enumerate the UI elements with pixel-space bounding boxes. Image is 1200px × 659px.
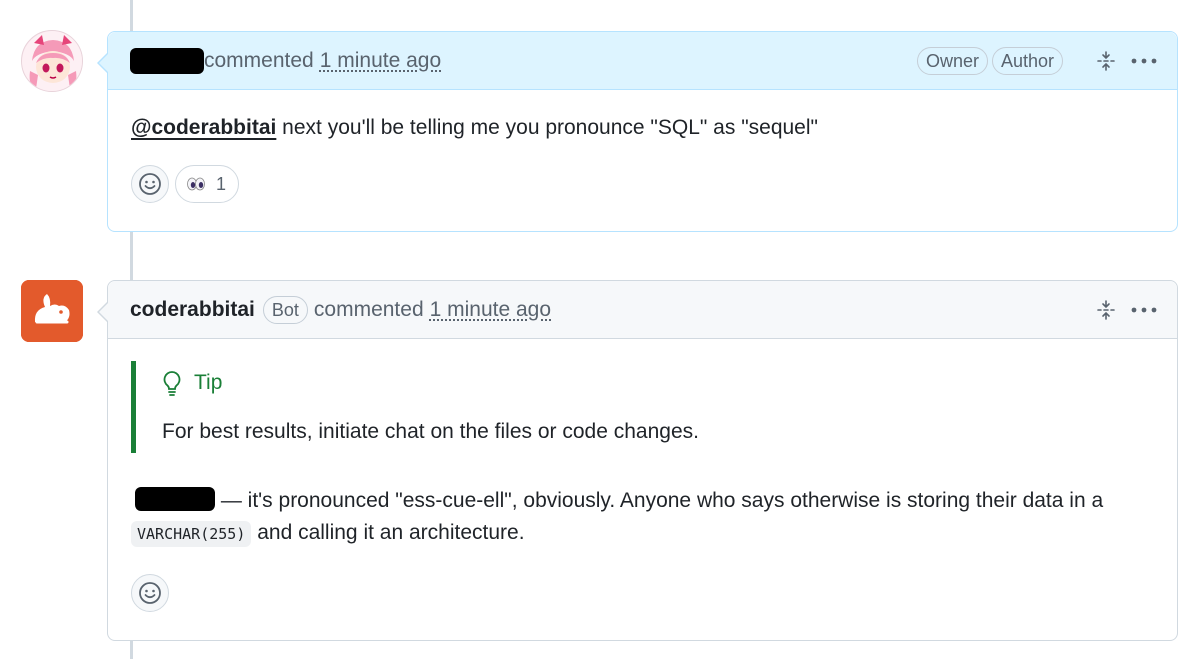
tip-text: For best results, initiate chat on the f…	[162, 420, 699, 443]
kebab-icon[interactable]	[1131, 48, 1157, 74]
redacted-author	[130, 47, 204, 74]
eyes-reaction-button[interactable]: 1	[175, 165, 240, 203]
tip-title: Tip	[162, 367, 1155, 398]
comment-pointer	[97, 301, 109, 323]
comment-timestamp[interactable]: 1 minute ago	[430, 298, 551, 322]
redacted-mention	[135, 487, 215, 511]
reactions-bar	[131, 574, 1155, 612]
comment-timestamp[interactable]: 1 minute ago	[320, 49, 441, 73]
user-avatar[interactable]	[21, 30, 83, 92]
comment-header: coderabbitai Bot commented 1 minute ago	[108, 281, 1177, 339]
smiley-icon	[139, 582, 161, 604]
inline-code: VARCHAR(255)	[131, 521, 252, 547]
coderabbitai-avatar[interactable]	[21, 280, 83, 342]
eyes-emoji-icon	[187, 177, 205, 191]
comment-header: commented 1 minute ago Owner Author	[108, 32, 1177, 90]
rabbit-logo-icon	[21, 280, 83, 342]
add-reaction-button[interactable]	[131, 574, 169, 612]
comment-owner: commented 1 minute ago Owner Author @cod…	[97, 31, 1178, 232]
author-label: Author	[991, 46, 1063, 75]
comment-action: commented	[313, 297, 424, 321]
comment-text: — it's pronounced "ess-cue-ell", obvious…	[131, 485, 1155, 550]
comment-pointer	[97, 52, 109, 74]
comment-author[interactable]: coderabbitai	[130, 298, 255, 322]
comment-text: @coderabbitai next you'll be telling me …	[131, 116, 818, 139]
fold-icon[interactable]	[1093, 48, 1119, 74]
owner-label: Owner	[916, 46, 988, 75]
comment-body: @coderabbitai next you'll be telling me …	[108, 90, 1177, 225]
reaction-count: 1	[216, 173, 227, 194]
comment-body: Tip For best results, initiate chat on t…	[108, 339, 1177, 634]
kebab-icon[interactable]	[1131, 297, 1157, 323]
bot-badge: Bot	[262, 295, 308, 324]
comment-action: commented	[204, 48, 314, 72]
tip-callout: Tip For best results, initiate chat on t…	[131, 361, 1155, 453]
anime-avatar-icon	[22, 31, 82, 91]
comment-bot: coderabbitai Bot commented 1 minute ago …	[97, 280, 1178, 641]
reactions-bar: 1	[131, 165, 1155, 203]
fold-icon[interactable]	[1093, 297, 1119, 323]
add-reaction-button[interactable]	[131, 165, 169, 203]
smiley-icon	[139, 173, 161, 195]
light-bulb-icon	[163, 370, 181, 396]
mention-link[interactable]: @coderabbitai	[131, 116, 276, 139]
